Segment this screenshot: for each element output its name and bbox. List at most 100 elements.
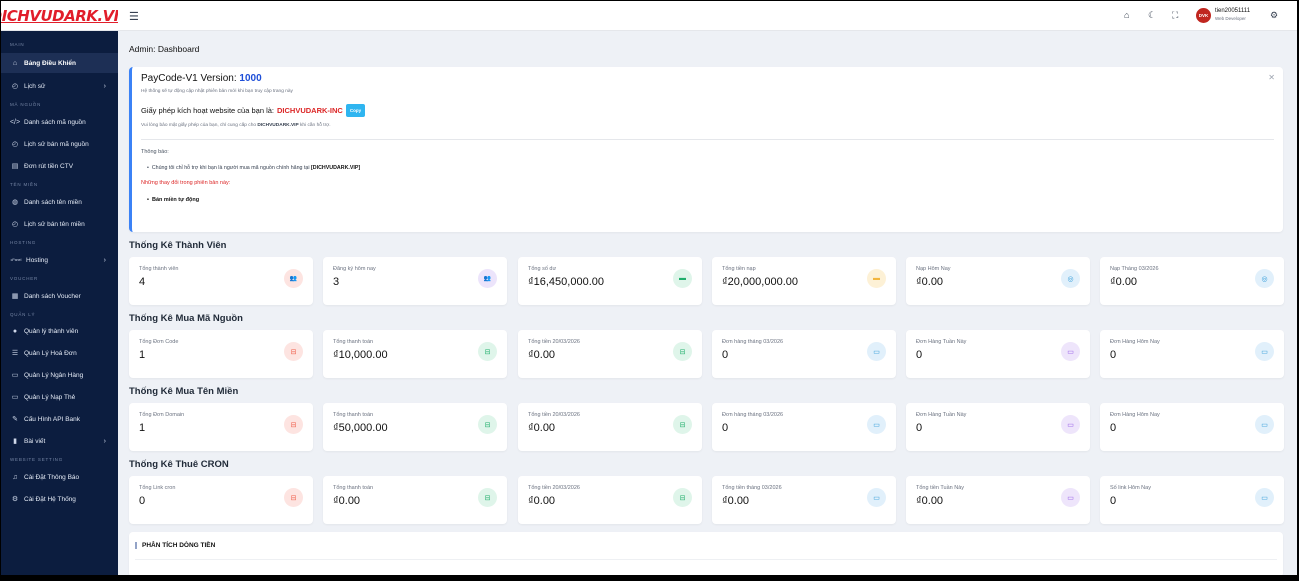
- stat-card: Tổng thanh toán ₫50,000.00 ⊟: [323, 403, 507, 451]
- section-title: Thống Kê Thành Viên: [129, 240, 227, 251]
- help-suffix: khi cần hỗ trợ.: [300, 123, 331, 128]
- stat-label: Tổng Đơn Domain: [139, 412, 185, 418]
- avatar[interactable]: DVK: [1196, 8, 1211, 23]
- sidebar-item-label: Cài Đặt Thông Báo: [24, 473, 80, 481]
- main-content: Admin: Dashboard ✕ PayCode-V1 Version: 1…: [118, 31, 1297, 575]
- section-title: Thống Kê Mua Tên Miền: [129, 386, 239, 397]
- stat-card: Đơn hàng tháng 03/2026 0 ▭: [712, 403, 896, 451]
- section-title: Thống Kê Mua Mã Nguồn: [129, 313, 243, 324]
- cashflow-analysis-card: PHÂN TÍCH DÒNG TIỀN: [129, 532, 1283, 575]
- sidebar-item-label: Lịch sử: [24, 82, 46, 90]
- announce-label: Thông báo:: [141, 149, 169, 155]
- sidebar-item-label: Quản Lý Nạp Thẻ: [24, 393, 76, 401]
- stat-label: Tổng tiền Tuần Này: [916, 485, 965, 491]
- stat-card: Tổng tiền Tuần Này ₫0.00 ▭: [906, 476, 1090, 524]
- stat-card: Nạp Hôm Nay ₫0.00 ◎: [906, 257, 1090, 305]
- sidebar-item-domain-list[interactable]: ◍ Danh sách tên miền: [1, 192, 118, 212]
- sidebar-item-members[interactable]: ● Quản lý thành viên: [1, 321, 118, 341]
- calendar-icon: ▭: [867, 415, 886, 434]
- notice-subtitle: Hệ thống sẽ tự động cập nhật phiên bản m…: [141, 89, 293, 94]
- sidebar-section-domain: TÊN MIỀN: [10, 182, 38, 187]
- divider: [135, 559, 1277, 560]
- sidebar-item-hosting[interactable]: cPanel Hosting ›: [1, 250, 118, 270]
- sidebar-section-source: MÃ NGUỒN: [10, 102, 42, 107]
- stat-label: Tổng thanh toán: [333, 339, 374, 345]
- sidebar-section-voucher: VOUCHER: [10, 276, 39, 281]
- sidebar-item-label: Hosting: [26, 256, 49, 264]
- sidebar-item-label: Quản Lý Hoá Đơn: [24, 349, 77, 357]
- sidebar-item-system-settings[interactable]: ⚙ Cài Đặt Hệ Thống: [1, 489, 118, 509]
- stat-label: Tổng Đơn Code: [139, 339, 179, 345]
- sidebar-item-domain-history[interactable]: ◴ Lịch sử bán tên miền: [1, 214, 118, 234]
- notice-title: PayCode-V1 Version: 1000: [141, 73, 1274, 84]
- stat-card: Đơn hàng tháng 03/2026 0 ▭: [712, 330, 896, 378]
- stat-card: Tổng thanh toán ₫0.00 ⊟: [323, 476, 507, 524]
- stat-card: Tổng Link cron 0 ⊟: [129, 476, 313, 524]
- stat-value: ₫0.00: [333, 495, 361, 507]
- user-name[interactable]: tien20051111: [1215, 8, 1250, 14]
- gear-icon[interactable]: ⚙: [1270, 10, 1278, 21]
- sidebar-item-invoices[interactable]: ☰ Quản Lý Hoá Đơn: [1, 343, 118, 363]
- home-icon[interactable]: ⌂: [1124, 10, 1129, 20]
- sidebar-section-main: MAIN: [10, 42, 25, 47]
- announce-text: Chúng tôi chỉ hỗ trợ khi bạn là người mu…: [151, 165, 310, 171]
- sidebar-item-voucher-list[interactable]: ▦ Danh sách Voucher: [1, 286, 118, 306]
- sidebar-item-history[interactable]: ◴ Lịch sử ›: [1, 76, 118, 96]
- sidebar-item-banks[interactable]: ▭ Quản Lý Ngân Hàng: [1, 365, 118, 385]
- history-icon: ◴: [11, 141, 19, 148]
- stat-card: Nạp Tháng 03/2026 ₫0.00 ◎: [1100, 257, 1284, 305]
- stat-value: 0: [1110, 349, 1117, 361]
- code-icon: </>: [9, 118, 21, 126]
- chevron-right-icon: ›: [103, 437, 106, 445]
- fullscreen-icon[interactable]: ⛶: [1172, 10, 1178, 21]
- book-icon: ▮: [13, 438, 17, 445]
- sidebar-item-source-history[interactable]: ◴ Lịch sử bán mã nguồn: [1, 134, 118, 154]
- sidebar-item-dashboard[interactable]: ⌂ Bảng Điều Khiển: [1, 53, 118, 73]
- stat-value: 0: [139, 495, 146, 507]
- calendar-icon: ▭: [867, 488, 886, 507]
- sidebar-item-notify-settings[interactable]: ♫ Cài Đặt Thông Báo: [1, 467, 118, 487]
- stat-card: Tổng thành viên 4 👥: [129, 257, 313, 305]
- logo[interactable]: DICHVUDARK.VIP: [1, 1, 130, 31]
- sidebar-section-manage: QUẢN LÝ: [10, 312, 36, 317]
- help-prefix: Vui lòng bảo mật giấy phép của bạn, chỉ …: [141, 123, 257, 128]
- sidebar-item-posts[interactable]: ▮ Bài viết ›: [1, 431, 118, 451]
- stat-label: Số link Hôm Nay: [1110, 485, 1151, 491]
- stat-label: Đơn Hàng Hôm Nay: [1110, 412, 1160, 418]
- license-help: Vui lòng bảo mật giấy phép của bạn, chỉ …: [141, 123, 1274, 128]
- license-row: Giấy phép kích hoạt website của bạn là: …: [141, 104, 1274, 117]
- stat-value: ₫0.00: [528, 422, 556, 434]
- moon-icon[interactable]: ☾: [1148, 10, 1156, 21]
- bell-icon: ♫: [12, 473, 18, 481]
- wrench-icon: ✎: [12, 416, 18, 423]
- logo-text: DICHVUDARK.VIP: [1, 6, 130, 25]
- sidebar-item-label: Bài viết: [24, 437, 46, 445]
- calendar-icon: ▭: [1061, 415, 1080, 434]
- copy-button[interactable]: Copy: [345, 104, 366, 117]
- basket-icon: ⊟: [478, 342, 497, 361]
- close-icon[interactable]: ✕: [1268, 73, 1275, 82]
- ticket-icon: ▦: [11, 293, 19, 300]
- sidebar-item-label: Đơn rút tiền CTV: [24, 162, 74, 170]
- stat-card: Đơn Hàng Hôm Nay 0 ▭: [1100, 330, 1284, 378]
- sidebar-section-website-setting: WEBSITE SETTING: [10, 457, 64, 462]
- stat-label: Nạp Tháng 03/2026: [1110, 266, 1159, 272]
- sidebar-item-card-topup[interactable]: ▭ Quản Lý Nạp Thẻ: [1, 387, 118, 407]
- chevron-right-icon: ›: [103, 82, 106, 90]
- menu-icon[interactable]: ☰: [129, 10, 139, 23]
- basket-icon: ⊟: [284, 342, 303, 361]
- stat-value: 0: [1110, 422, 1117, 434]
- sidebar-item-ctv-withdraw[interactable]: ▤ Đơn rút tiền CTV: [1, 156, 118, 176]
- notice-title-prefix: PayCode-V1 Version:: [141, 73, 237, 84]
- sidebar-item-label: Danh sách Voucher: [24, 292, 81, 300]
- stat-label: Đơn Hàng Hôm Nay: [1110, 339, 1160, 345]
- users-icon: 👥: [284, 269, 303, 288]
- basket-icon: ⊟: [284, 488, 303, 507]
- stat-label: Tổng thành viên: [139, 266, 179, 272]
- stat-label: Tổng tiền 20/03/2026: [528, 412, 580, 418]
- stat-label: Đơn Hàng Tuần Này: [916, 339, 967, 345]
- sidebar-item-api-bank[interactable]: ✎ Cấu Hình API Bank: [1, 409, 118, 429]
- stat-value: 0: [1110, 495, 1117, 507]
- announce-bold: [DICHVUDARK.VIP]: [311, 165, 361, 171]
- sidebar-item-source-list[interactable]: </> Danh sách mã nguồn: [1, 112, 118, 132]
